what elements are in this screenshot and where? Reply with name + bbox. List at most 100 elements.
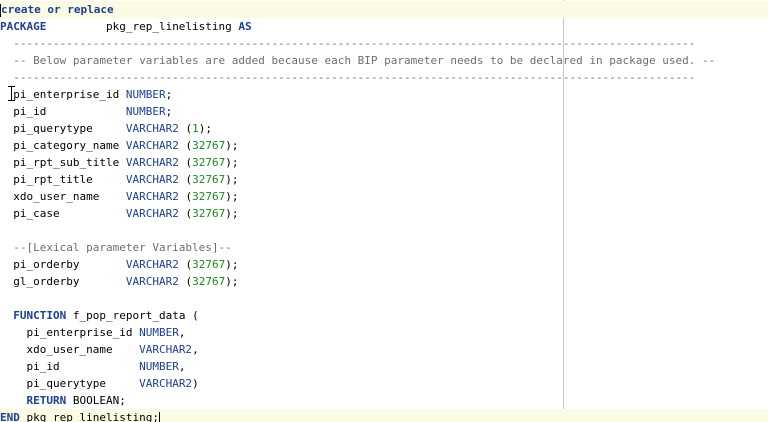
code-line[interactable]: pi_rpt_title VARCHAR2 (32767); [0,171,768,188]
code-token: pi_orderby [0,258,126,271]
type-token: VARCHAR2 [139,343,193,356]
code-token: pkg_rep_linelisting; [19,411,159,422]
code-token: ( [178,258,193,271]
type-token: NUMBER [139,326,179,339]
code-line[interactable]: PACKAGE pkg_rep_linelisting AS [0,18,768,35]
code-token: pi_id [0,360,140,373]
number-token: 32767 [192,173,226,186]
ibeam-cursor-icon [8,86,15,101]
code-token: xdo_user_name [0,190,126,203]
code-token: pi_case [0,207,126,220]
code-token: pi_rpt_sub_title [0,156,126,169]
number-token: 32767 [192,139,226,152]
code-token: , [192,343,199,356]
comment-token: -- Below parameter variables are added b… [0,54,716,67]
code-line[interactable]: create or replace [0,1,768,18]
code-token: ); [225,275,239,288]
code-line[interactable]: ----------------------------------------… [0,69,768,86]
code-line[interactable]: pi_case VARCHAR2 (32767); [0,205,768,222]
code-token: ( [178,173,193,186]
code-line[interactable]: pi_enterprise_id NUMBER, [0,324,768,341]
code-line[interactable]: pi_id NUMBER; [0,103,768,120]
keyword-token: END [0,411,20,422]
number-token: 32767 [192,207,226,220]
code-token: ); [225,207,239,220]
code-editor[interactable]: create or replace PACKAGE pkg_rep_linelis… [0,0,768,422]
code-token: ( [178,139,193,152]
code-token: ( [178,122,193,135]
code-token: ( [178,190,193,203]
code-token: pi_querytype [0,122,126,135]
code-token: , [178,326,186,339]
keyword-token: FUNCTION [13,309,67,322]
comment-token: --[Lexical parameter Variables]-- [0,241,232,254]
keyword-token: create or replace [1,3,114,16]
text-caret [158,411,160,422]
keyword-token: PACKAGE [0,20,47,33]
code-line[interactable]: ----------------------------------------… [0,35,768,52]
code-token: pi_id [0,105,126,118]
code-token: pkg_rep_linelisting [46,20,239,33]
type-token: VARCHAR2 [125,190,179,203]
number-token: 32767 [192,258,226,271]
code-line[interactable]: pi_enterprise_id NUMBER; [0,86,768,103]
number-token: 32767 [192,275,226,288]
code-token: BOOLEAN; [66,394,126,407]
code-line[interactable]: END pkg_rep_linelisting; [0,409,768,422]
comment-token: ----------------------------------------… [0,37,696,50]
code-line[interactable]: RETURN BOOLEAN; [0,392,768,409]
code-token: ); [225,156,239,169]
type-token: NUMBER [139,360,179,373]
code-token: ); [225,190,239,203]
comment-token: ----------------------------------------… [0,71,696,84]
code-line[interactable]: pi_querytype VARCHAR2 (1); [0,120,768,137]
code-line[interactable]: FUNCTION f_pop_report_data ( [0,307,768,324]
type-token: VARCHAR2 [139,377,193,390]
code-token: f_pop_report_data ( [66,309,199,322]
keyword-token: AS [238,20,252,33]
code-token: xdo_user_name [0,343,140,356]
code-token: ; [165,105,173,118]
code-line[interactable] [0,290,768,307]
code-line[interactable]: pi_rpt_sub_title VARCHAR2 (32767); [0,154,768,171]
type-token: VARCHAR2 [125,156,179,169]
code-line[interactable] [0,222,768,239]
code-line[interactable]: xdo_user_name VARCHAR2, [0,341,768,358]
type-token: VARCHAR2 [125,275,179,288]
code-token: pi_enterprise_id [0,88,126,101]
code-token: pi_rpt_title [0,173,126,186]
keyword-token: RETURN [26,394,67,407]
type-token: NUMBER [125,105,166,118]
code-line[interactable]: -- Below parameter variables are added b… [0,52,768,69]
code-token: ); [225,173,239,186]
type-token: VARCHAR2 [125,122,179,135]
code-token: ( [178,207,193,220]
type-token: VARCHAR2 [125,258,179,271]
code-token: ( [178,156,193,169]
code-token: pi_enterprise_id [0,326,140,339]
code-token: pi_querytype [0,377,140,390]
code-line[interactable]: pi_querytype VARCHAR2) [0,375,768,392]
code-line[interactable]: pi_id NUMBER, [0,358,768,375]
type-token: NUMBER [125,88,166,101]
number-token: 32767 [192,190,226,203]
type-token: VARCHAR2 [125,139,179,152]
code-line[interactable]: pi_category_name VARCHAR2 (32767); [0,137,768,154]
code-token: ) [192,377,199,390]
code-token: ); [198,122,212,135]
code-token: ; [165,88,173,101]
code-line[interactable]: pi_orderby VARCHAR2 (32767); [0,256,768,273]
code-token: ); [225,258,239,271]
code-token: ( [178,275,193,288]
type-token: VARCHAR2 [125,173,179,186]
code-token: gl_orderby [0,275,126,288]
type-token: VARCHAR2 [125,207,179,220]
number-token: 32767 [192,156,226,169]
code-line[interactable]: xdo_user_name VARCHAR2 (32767); [0,188,768,205]
code-line[interactable]: --[Lexical parameter Variables]-- [0,239,768,256]
number-token: 1 [192,122,199,135]
code-line[interactable]: gl_orderby VARCHAR2 (32767); [0,273,768,290]
code-token: pi_category_name [0,139,126,152]
